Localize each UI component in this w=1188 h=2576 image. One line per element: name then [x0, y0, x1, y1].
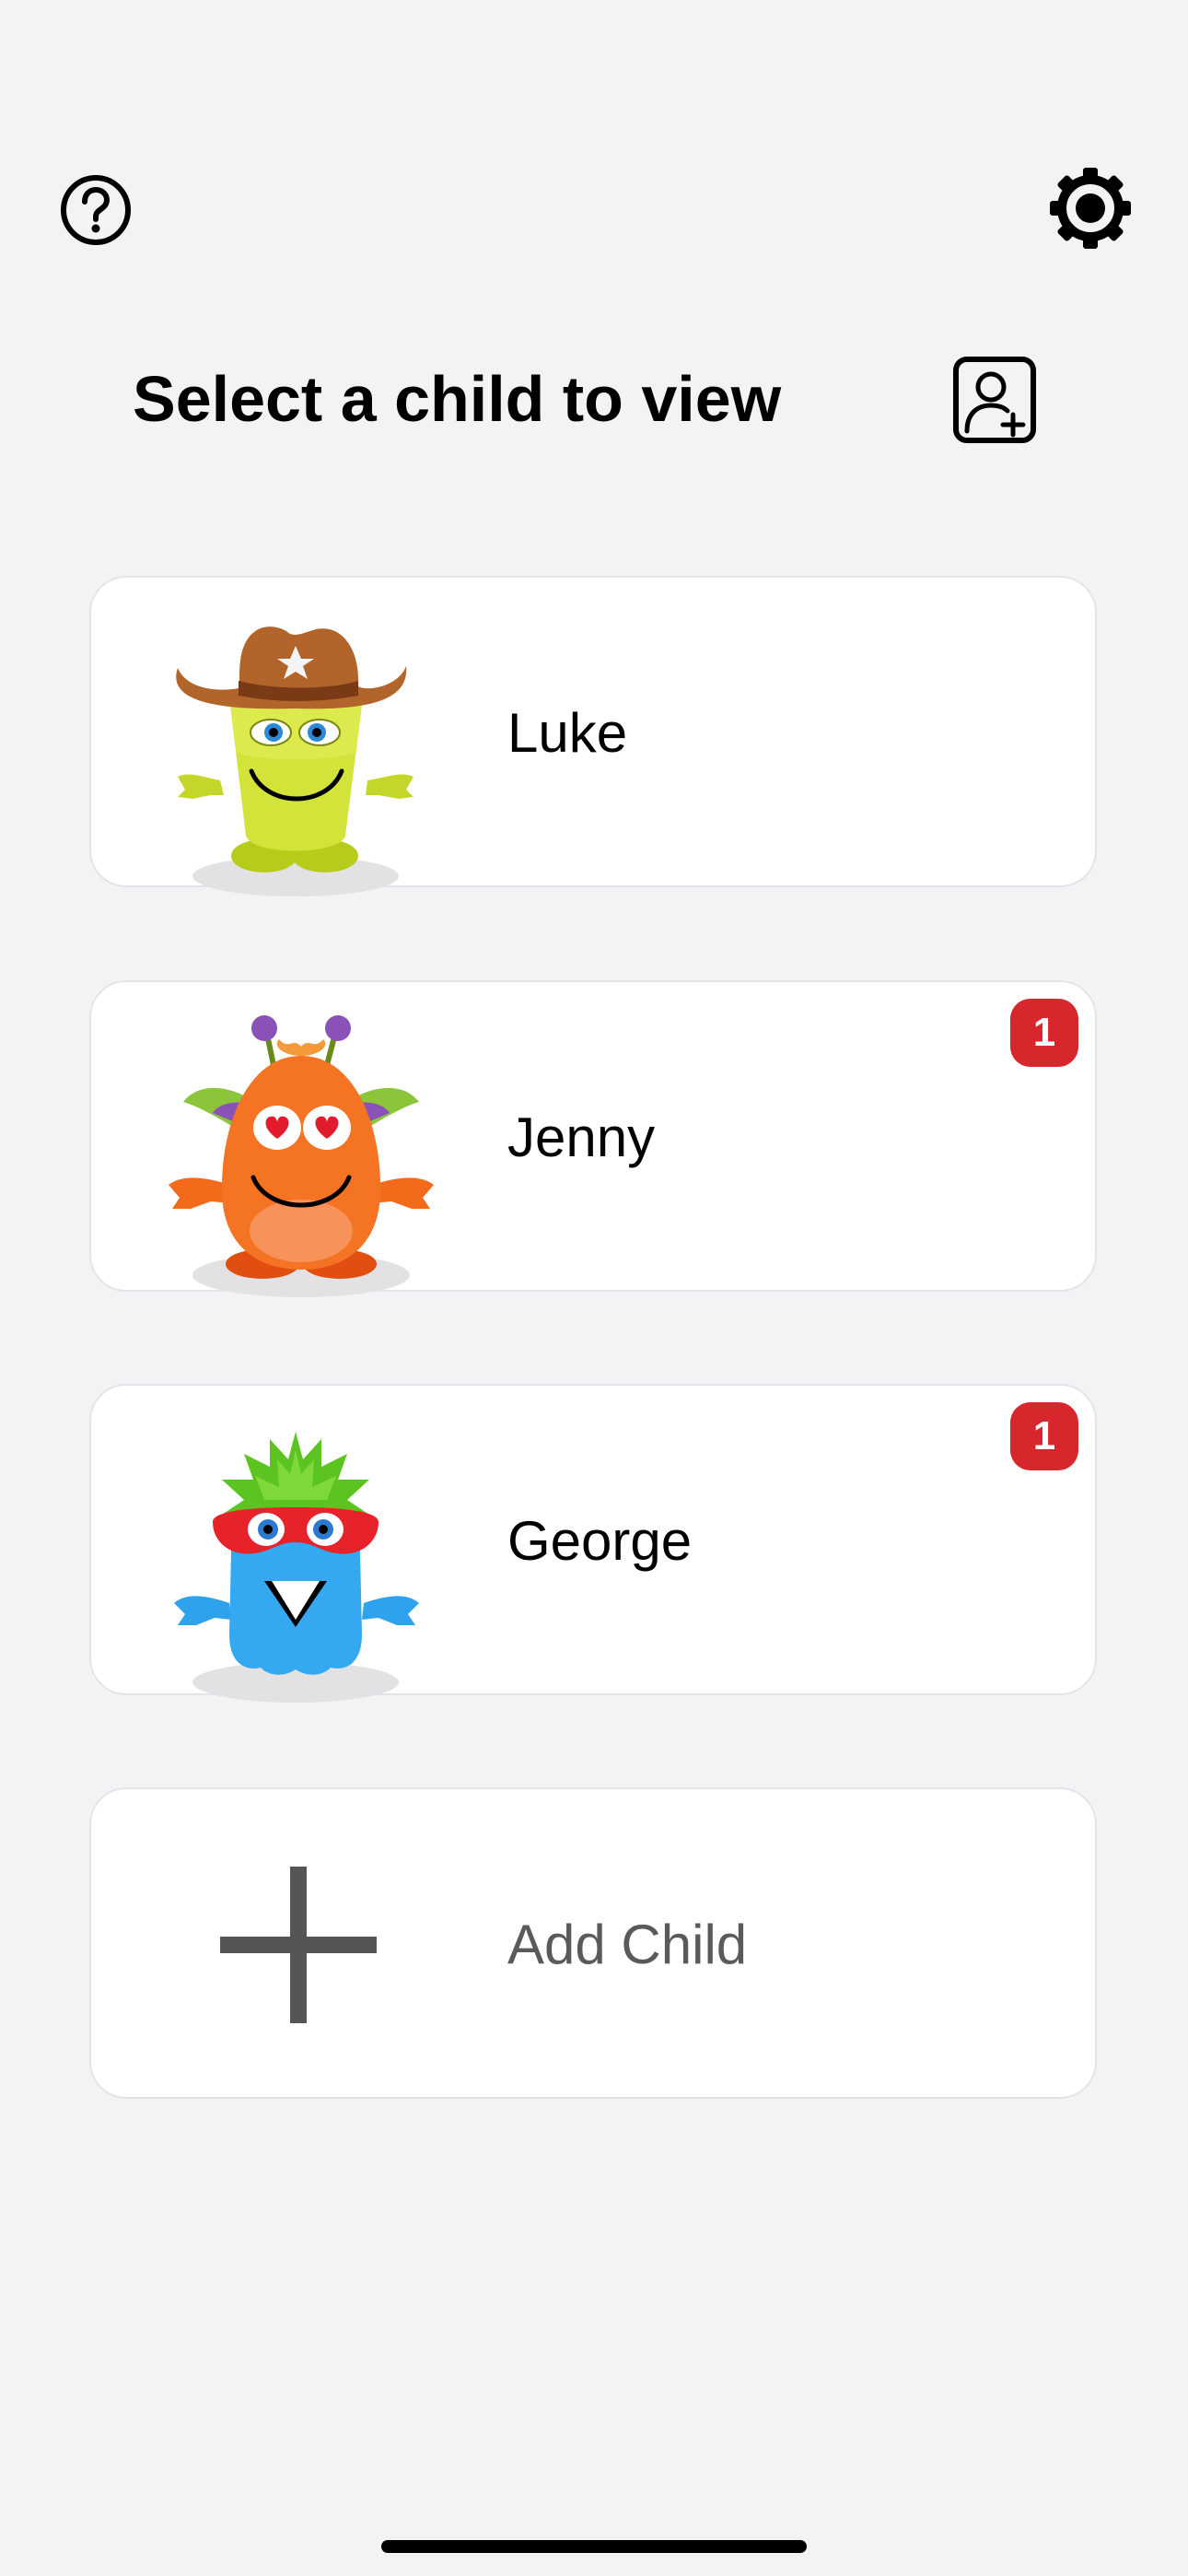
notification-badge: 1 — [1010, 1402, 1078, 1470]
settings-button[interactable] — [1048, 166, 1133, 251]
notification-badge: 1 — [1010, 999, 1078, 1067]
child-name: Jenny — [507, 1107, 656, 1168]
home-indicator[interactable] — [381, 2540, 807, 2553]
page-title: Select a child to view — [133, 363, 782, 435]
child-selection-screen: Select a child to view Luke Jenny 1 Geor… — [0, 0, 1188, 2576]
child-card-luke[interactable]: Luke — [89, 576, 1097, 896]
question-circle-icon — [61, 175, 131, 245]
blue-masked-monster-avatar — [174, 1432, 419, 1703]
add-child-label: Add Child — [507, 1914, 748, 1975]
child-card-jenny[interactable]: Jenny 1 — [89, 980, 1097, 1297]
help-button[interactable] — [59, 173, 133, 247]
plus-icon — [220, 1867, 377, 2023]
add-user-button[interactable] — [952, 356, 1037, 444]
person-add-icon — [953, 357, 1036, 443]
child-name: George — [507, 1510, 693, 1572]
cowboy-monster-avatar — [176, 626, 413, 896]
orange-alien-monster-avatar — [169, 1015, 434, 1297]
gear-icon — [1050, 168, 1131, 249]
child-card-george[interactable]: George 1 — [89, 1384, 1097, 1703]
child-name: Luke — [507, 702, 628, 764]
add-child-card[interactable]: Add Child — [89, 1787, 1097, 2099]
